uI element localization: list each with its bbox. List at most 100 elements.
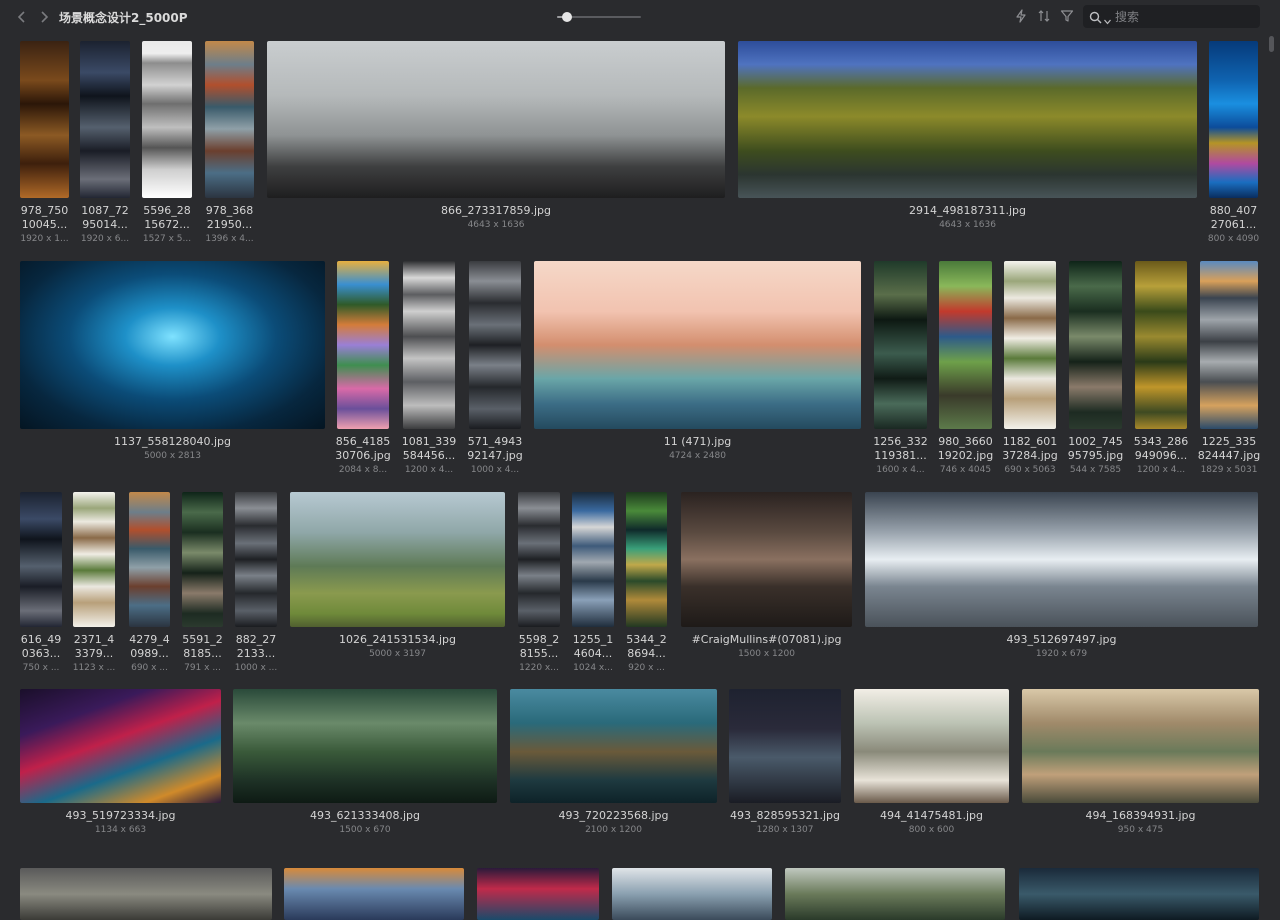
thumbnail-image[interactable] [182, 492, 223, 627]
thumbnail-image[interactable] [235, 492, 277, 627]
back-button[interactable] [14, 9, 30, 25]
thumbnail-image[interactable] [142, 41, 192, 198]
thumbnail-size-slider[interactable] [557, 12, 641, 22]
thumbnail-image[interactable] [518, 492, 560, 627]
image-dimensions: 1200 x 4... [1136, 465, 1186, 475]
file-name: 1137_558128040.jpg [114, 435, 231, 448]
thumbnail-image[interactable] [572, 492, 614, 627]
slider-knob[interactable] [562, 12, 573, 22]
thumbnail-image[interactable] [20, 261, 325, 429]
thumbnail-image[interactable] [1004, 261, 1056, 429]
thumbnail-image[interactable] [20, 689, 221, 803]
thumbnail-image[interactable] [854, 689, 1009, 803]
thumbnail-image[interactable] [1022, 689, 1259, 803]
file-name-continued: 19202.jpg [937, 449, 994, 462]
item-caption: 5598_2 8155... 1220 x... [512, 633, 566, 675]
thumbnail-image[interactable] [785, 868, 1005, 920]
thumbnail-image[interactable] [510, 689, 717, 803]
file-name: 5596_28 [143, 204, 191, 217]
forward-button[interactable] [36, 9, 52, 25]
image-dimensions: 5000 x 2813 [144, 451, 201, 461]
thumbnail-image[interactable] [626, 492, 667, 627]
thumbnail-image[interactable] [534, 261, 861, 429]
item-caption: 4279_4 0989... 690 x ... [123, 633, 176, 675]
thumbnail-image[interactable] [865, 492, 1258, 627]
item-caption: 866_273317859.jpg 4643 x 1636 [261, 204, 731, 232]
file-name-continued: 30706.jpg [335, 449, 391, 462]
item-caption: 5596_28 15672... 1527 x 5... [136, 204, 198, 246]
thumbnail-image[interactable] [20, 492, 62, 627]
thumbnail-image[interactable] [290, 492, 505, 627]
file-name-continued: 8155... [519, 647, 559, 660]
thumbnail-image[interactable] [939, 261, 992, 429]
item-caption: 493_621333408.jpg 1500 x 670 [227, 809, 503, 837]
scrollbar[interactable] [1268, 34, 1276, 920]
filter-button[interactable] [1059, 8, 1075, 26]
thumbnail-image[interactable] [1200, 261, 1258, 429]
thumbnail-image[interactable] [1019, 868, 1259, 920]
scrollbar-thumb[interactable] [1269, 36, 1274, 52]
thumbnail-image[interactable] [729, 689, 841, 803]
search-box [1083, 5, 1260, 28]
item-caption: 494_41475481.jpg 800 x 600 [848, 809, 1015, 837]
sort-button[interactable] [1036, 8, 1052, 26]
image-dimensions: 800 x 4090 [1207, 234, 1260, 244]
thumbnail-image[interactable] [20, 868, 272, 920]
thumbnail-image[interactable] [1209, 41, 1258, 198]
thumbnail-image[interactable] [1135, 261, 1187, 429]
file-name: 882_27 [235, 633, 277, 646]
thumbnail-image[interactable] [337, 261, 389, 429]
item-caption: 1255_1 4604... 1024 x... [566, 633, 620, 675]
image-dimensions: 746 x 4045 [939, 465, 992, 475]
thumbnail-image[interactable] [612, 868, 772, 920]
search-icon[interactable] [1089, 9, 1102, 28]
item-caption: 11 (471).jpg 4724 x 2480 [528, 435, 867, 463]
file-name-continued: 949096... [1134, 449, 1188, 462]
thumbnail-image[interactable] [477, 868, 599, 920]
thumbnail-image[interactable] [284, 868, 464, 920]
file-name-continued: 10045... [21, 218, 68, 231]
thumbnail-image[interactable] [738, 41, 1197, 198]
thumbnail-image[interactable] [129, 492, 170, 627]
item-caption: 978_368 21950... 1396 x 4... [199, 204, 260, 246]
chevron-down-icon[interactable] [1104, 10, 1111, 29]
thumbnail-image[interactable] [267, 41, 725, 198]
item-caption: 1026_241531534.jpg 5000 x 3197 [284, 633, 511, 661]
search-input[interactable] [1115, 7, 1251, 26]
thumbnail-image[interactable] [681, 492, 852, 627]
image-dimensions: 4643 x 1636 [939, 220, 996, 230]
file-name-continued: 95014... [82, 218, 128, 231]
file-name: 11 (471).jpg [663, 435, 732, 448]
image-dimensions: 1396 x 4... [205, 234, 254, 244]
image-dimensions: 1500 x 1200 [738, 649, 795, 659]
image-dimensions: 1527 x 5... [142, 234, 192, 244]
thumbnail-image[interactable] [403, 261, 455, 429]
item-caption: 980_3660 19202.jpg 746 x 4045 [933, 435, 998, 477]
item-caption: 2914_498187311.jpg 4643 x 1636 [732, 204, 1203, 232]
thumbnail-image[interactable] [73, 492, 115, 627]
thumbnail-image[interactable] [20, 41, 69, 198]
image-dimensions: 791 x ... [184, 663, 221, 673]
thumbnail-image[interactable] [233, 689, 497, 803]
thumbnail-image[interactable] [205, 41, 254, 198]
item-caption: #CraigMullins#(07081).jpg 1500 x 1200 [675, 633, 858, 661]
image-dimensions: 1600 x 4... [876, 465, 925, 475]
thumbnail-image[interactable] [874, 261, 927, 429]
file-name: 493_512697497.jpg [1006, 633, 1117, 646]
image-dimensions: 1000 x 4... [470, 465, 520, 475]
quick-action-button[interactable] [1013, 8, 1029, 26]
file-name-continued: 8694... [627, 647, 666, 660]
file-name: 5343_286 [1133, 435, 1189, 448]
file-name: 493_828595321.jpg [730, 809, 840, 822]
filter-icon [1060, 8, 1074, 27]
image-dimensions: 1920 x 6... [80, 234, 130, 244]
thumbnail-image[interactable] [469, 261, 521, 429]
thumbnail-image[interactable] [1069, 261, 1122, 429]
image-dimensions: 544 x 7585 [1069, 465, 1122, 475]
file-name: 1225_335 [1201, 435, 1257, 448]
item-caption: 978_750 10045... 1920 x 1... [14, 204, 75, 246]
file-name: 493_519723334.jpg [65, 809, 176, 822]
thumbnail-image[interactable] [80, 41, 130, 198]
file-name: 5344_2 [626, 633, 667, 646]
lightning-icon [1015, 8, 1027, 27]
